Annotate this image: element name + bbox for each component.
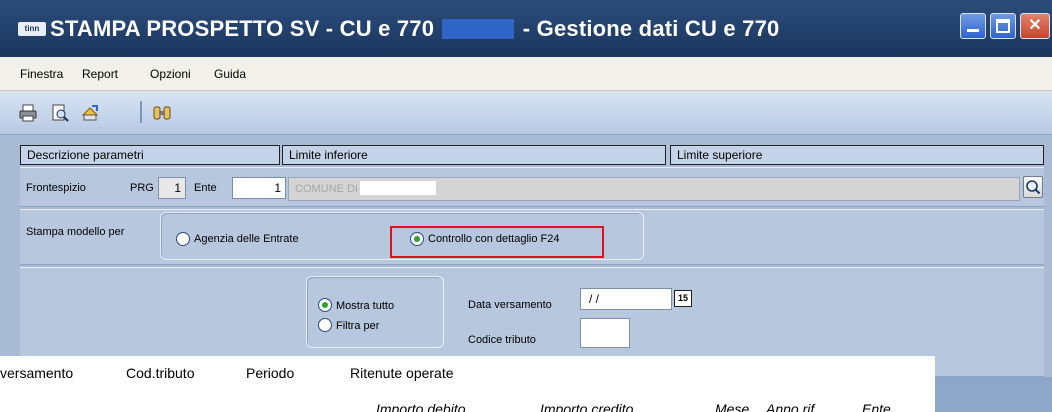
sub-importo-debito: Importo debito [376,401,466,412]
data-versamento-label: Data versamento [468,299,552,311]
mostra-tutto-label[interactable]: Mostra tutto [336,300,394,312]
frontespizio-label: Frontespizio [26,182,86,194]
ente-field[interactable]: 1 [232,177,286,199]
menu-bar: Finestra Report Opzioni Guida [0,57,1052,91]
codice-tributo-input[interactable] [580,318,630,348]
app-logo-icon: tinn [18,22,46,36]
radio-mostra-tutto[interactable] [318,298,332,312]
codice-tributo-label: Codice tributo [468,334,536,346]
menu-guida[interactable]: Guida [214,67,246,81]
header-limite-superiore[interactable]: Limite superiore [670,145,1044,165]
ente-label: Ente [194,182,217,194]
data-versamento-input[interactable]: / / [580,288,672,310]
col-cod-tributo: Cod.tributo [126,365,195,381]
agenzia-entrate-label[interactable]: Agenzia delle Entrate [194,233,299,245]
col-ritenute-operate: Ritenute operate [350,365,454,381]
sub-importo-credito: Importo credito [540,401,634,412]
magnifier-icon [1026,180,1041,195]
app-window: tinn STAMPA PROSPETTO SV - CU e 770 - Ge… [0,0,1052,412]
header-limite-inferiore[interactable]: Limite inferiore [282,145,666,165]
filter-options-group [306,276,444,348]
title-suffix: - Gestione dati CU e 770 [522,16,780,41]
close-button[interactable]: ✕ [1020,13,1050,39]
sub-mese: Mese [715,401,750,412]
menu-finestra[interactable]: Finestra [20,67,63,81]
prg-field[interactable]: 1 [158,177,186,199]
title-prefix: STAMPA PROSPETTO SV - CU e 770 [50,16,435,41]
filtra-per-label[interactable]: Filtra per [336,320,379,332]
menu-report[interactable]: Report [82,67,118,81]
prg-label: PRG [130,182,154,194]
frontespizio-row: Frontespizio PRG 1 Ente 1 COMUNE DI [20,167,1044,207]
highlight-box [390,226,604,258]
title-bar[interactable]: tinn STAMPA PROSPETTO SV - CU e 770 - Ge… [0,0,1052,57]
col-versamento: versamento [0,365,74,381]
minimize-icon [967,29,979,32]
stampa-modello-label: Stampa modello per [26,226,125,238]
print-preview-icon[interactable] [50,103,70,123]
printer-icon[interactable] [18,103,38,123]
header-descrizione[interactable]: Descrizione parametri [20,145,280,165]
sub-ente: Ente [862,401,891,412]
toolbar-separator [140,101,142,123]
report-columns-overlay: versamento Cod.tributo Periodo Ritenute … [0,356,935,412]
col-periodo: Periodo [246,365,295,381]
calendar-icon[interactable]: 15 [674,290,692,307]
radio-filtra-per[interactable] [318,318,332,332]
maximize-button[interactable] [990,13,1016,39]
parameters-grid-header: Descrizione parametri Limite inferiore L… [20,145,1044,165]
ente-name-field: COMUNE DI [288,177,1020,201]
toolbar [0,91,1052,135]
menu-opzioni[interactable]: Opzioni [150,67,191,81]
redacted-ente-name [359,181,436,195]
radio-agenzia-entrate[interactable] [176,232,190,246]
sub-anno-rif: Anno rif. [766,401,819,412]
binoculars-icon[interactable] [152,103,172,123]
export-icon[interactable] [80,103,100,123]
close-icon: ✕ [1028,17,1042,34]
maximize-icon [996,19,1010,33]
ente-name-text: COMUNE DI [295,183,358,195]
minimize-button[interactable] [960,13,986,39]
window-title: STAMPA PROSPETTO SV - CU e 770 - Gestion… [50,16,779,42]
redacted-year [442,19,515,39]
lookup-button[interactable] [1023,176,1043,198]
